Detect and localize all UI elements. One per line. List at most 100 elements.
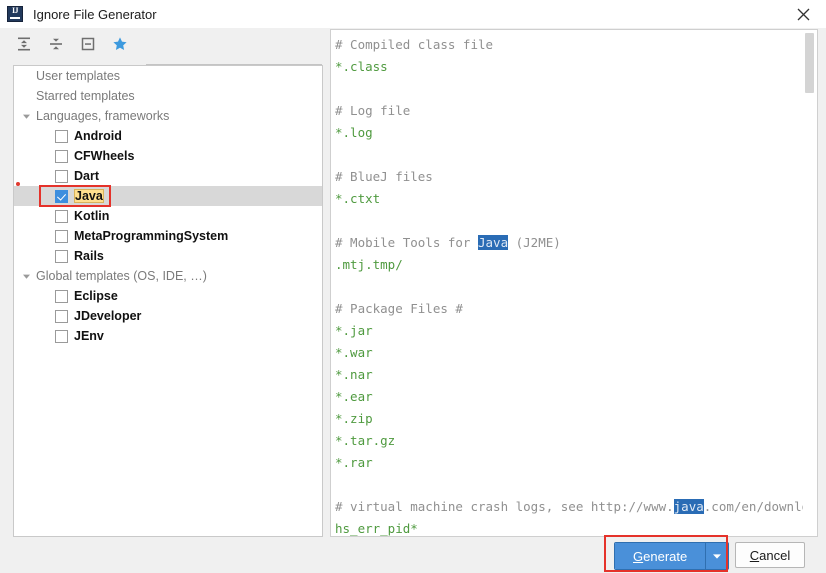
preview-line: # Log file <box>335 100 803 122</box>
expander-triangle-icon[interactable] <box>18 272 34 281</box>
tree-row-rails[interactable]: Rails <box>14 246 322 266</box>
preview-line: *.ctxt <box>335 188 803 210</box>
preview-text-run: *.tar.gz <box>335 433 396 448</box>
preview-scrollbar[interactable] <box>803 31 816 535</box>
annotation-dot <box>16 182 20 186</box>
tree-row-cfwheels[interactable]: CFWheels <box>14 146 322 166</box>
preview-text-run: # Mobile Tools for <box>335 235 478 250</box>
preview-line: *.zip <box>335 408 803 430</box>
preview-text-run: # Log file <box>335 103 411 118</box>
tree-row-label: Global templates (OS, IDE, …) <box>36 269 207 283</box>
preview-text-run: *.zip <box>335 411 373 426</box>
window-title: Ignore File Generator <box>33 6 157 22</box>
preview-line <box>335 144 803 166</box>
expander-triangle-icon[interactable] <box>18 112 34 121</box>
preview-text-run: # Compiled class file <box>335 37 494 52</box>
preview-line: # Mobile Tools for Java (J2ME) <box>335 232 803 254</box>
checkbox-eclipse[interactable] <box>55 289 68 303</box>
preview-line: *.nar <box>335 364 803 386</box>
checkbox-metaprogrammingsystem[interactable] <box>55 229 68 243</box>
preview-line: # Package Files # <box>335 298 803 320</box>
collapse-all-icon[interactable] <box>44 32 68 56</box>
preview-line <box>335 210 803 232</box>
preview-line: .mtj.tmp/ <box>335 254 803 276</box>
search-match-highlight: Java <box>478 235 509 250</box>
preview-line: *.log <box>335 122 803 144</box>
preview-line: *.class <box>335 56 803 78</box>
star-icon[interactable] <box>108 32 132 56</box>
preview-text-run: *.log <box>335 125 373 140</box>
checkbox-dart[interactable] <box>55 169 68 183</box>
minus-box-icon[interactable] <box>76 32 100 56</box>
preview-line <box>335 78 803 100</box>
checkbox-cfwheels[interactable] <box>55 149 68 163</box>
preview-line: # BlueJ files <box>335 166 803 188</box>
checkbox-rails[interactable] <box>55 249 68 263</box>
checkbox-android[interactable] <box>55 129 68 143</box>
preview-line: *.jar <box>335 320 803 342</box>
tree-row-label: Dart <box>74 169 100 183</box>
tree-row-label: JEnv <box>74 329 104 343</box>
annotation-box-generate-button <box>604 535 728 572</box>
checkbox-jdeveloper[interactable] <box>55 309 68 323</box>
cancel-button[interactable]: Cancel <box>735 542 805 568</box>
tree-row-label: Starred templates <box>36 89 135 103</box>
tree-row-user-templates[interactable]: User templates <box>14 66 322 86</box>
preview-text-run: *.class <box>335 59 388 74</box>
preview-line: # Compiled class file <box>335 34 803 56</box>
tree-row-label: Android <box>74 129 122 143</box>
tree-row-eclipse[interactable]: Eclipse <box>14 286 322 306</box>
tree-row-kotlin[interactable]: Kotlin <box>14 206 322 226</box>
tree-row-label: Rails <box>74 249 104 263</box>
preview-text-run: *.ctxt <box>335 191 381 206</box>
tree-row-jenv[interactable]: JEnv <box>14 326 322 346</box>
tree-row-label: JDeveloper <box>74 309 142 323</box>
tree-row-metaprogrammingsystem[interactable]: MetaProgrammingSystem <box>14 226 322 246</box>
preview-text-run: # BlueJ files <box>335 169 433 184</box>
tree-row-jdeveloper[interactable]: JDeveloper <box>14 306 322 326</box>
tree-row-label: Eclipse <box>74 289 118 303</box>
intellij-idea-logo-icon <box>7 6 23 22</box>
preview-text-run: *.ear <box>335 389 373 404</box>
checkbox-kotlin[interactable] <box>55 209 68 223</box>
preview-text-run: *.war <box>335 345 373 360</box>
close-icon[interactable] <box>780 0 826 28</box>
tree-row-android[interactable]: Android <box>14 126 322 146</box>
expand-all-icon[interactable] <box>12 32 36 56</box>
mnemonic-letter: C <box>749 547 760 563</box>
template-tree[interactable]: User templates Starred templates Languages… <box>13 65 323 537</box>
preview-line: hs_err_pid* <box>335 518 803 536</box>
annotation-box-java-item <box>39 185 111 207</box>
checkbox-jenv[interactable] <box>55 329 68 343</box>
preview-text-run: *.nar <box>335 367 373 382</box>
tree-row-label: Languages, frameworks <box>36 109 170 123</box>
tree-row-label: Kotlin <box>74 209 110 223</box>
preview-text-run: *.jar <box>335 323 373 338</box>
tree-row-label: User templates <box>36 69 121 83</box>
search-match-highlight: java <box>673 499 704 514</box>
preview-line <box>335 276 803 298</box>
preview-line: *.war <box>335 342 803 364</box>
preview-text-run: .mtj.tmp/ <box>335 257 403 272</box>
preview-text-run: .com/en/download/he <box>703 499 817 514</box>
tree-row-label: MetaProgrammingSystem <box>74 229 229 243</box>
preview-line: *.tar.gz <box>335 430 803 452</box>
preview-scrollbar-thumb[interactable] <box>805 33 814 93</box>
template-preview[interactable]: # Compiled class file *.class # Log file *… <box>330 29 817 537</box>
tree-row-dart[interactable]: Dart <box>14 166 322 186</box>
preview-line <box>335 474 803 496</box>
preview-line: # virtual machine crash logs, see http:/… <box>335 496 817 518</box>
preview-line: *.rar <box>335 452 803 474</box>
toolbar-buttons <box>12 32 132 56</box>
preview-line: *.ear <box>335 386 803 408</box>
tree-row-starred-templates[interactable]: Starred templates <box>14 86 322 106</box>
window-right-edge <box>817 29 826 537</box>
window-title-bar: Ignore File Generator <box>0 0 826 28</box>
preview-text-run: # virtual machine crash logs, see http:/… <box>335 499 674 514</box>
tree-row-languages-frameworks[interactable]: Languages, frameworks <box>14 106 322 126</box>
preview-text-run: hs_err_pid* <box>335 521 418 536</box>
preview-text-run: (J2ME) <box>508 235 561 250</box>
tree-row-label: CFWheels <box>74 149 135 163</box>
tree-row-global-templates-os-ide[interactable]: Global templates (OS, IDE, …) <box>14 266 322 286</box>
preview-text-run: *.rar <box>335 455 373 470</box>
